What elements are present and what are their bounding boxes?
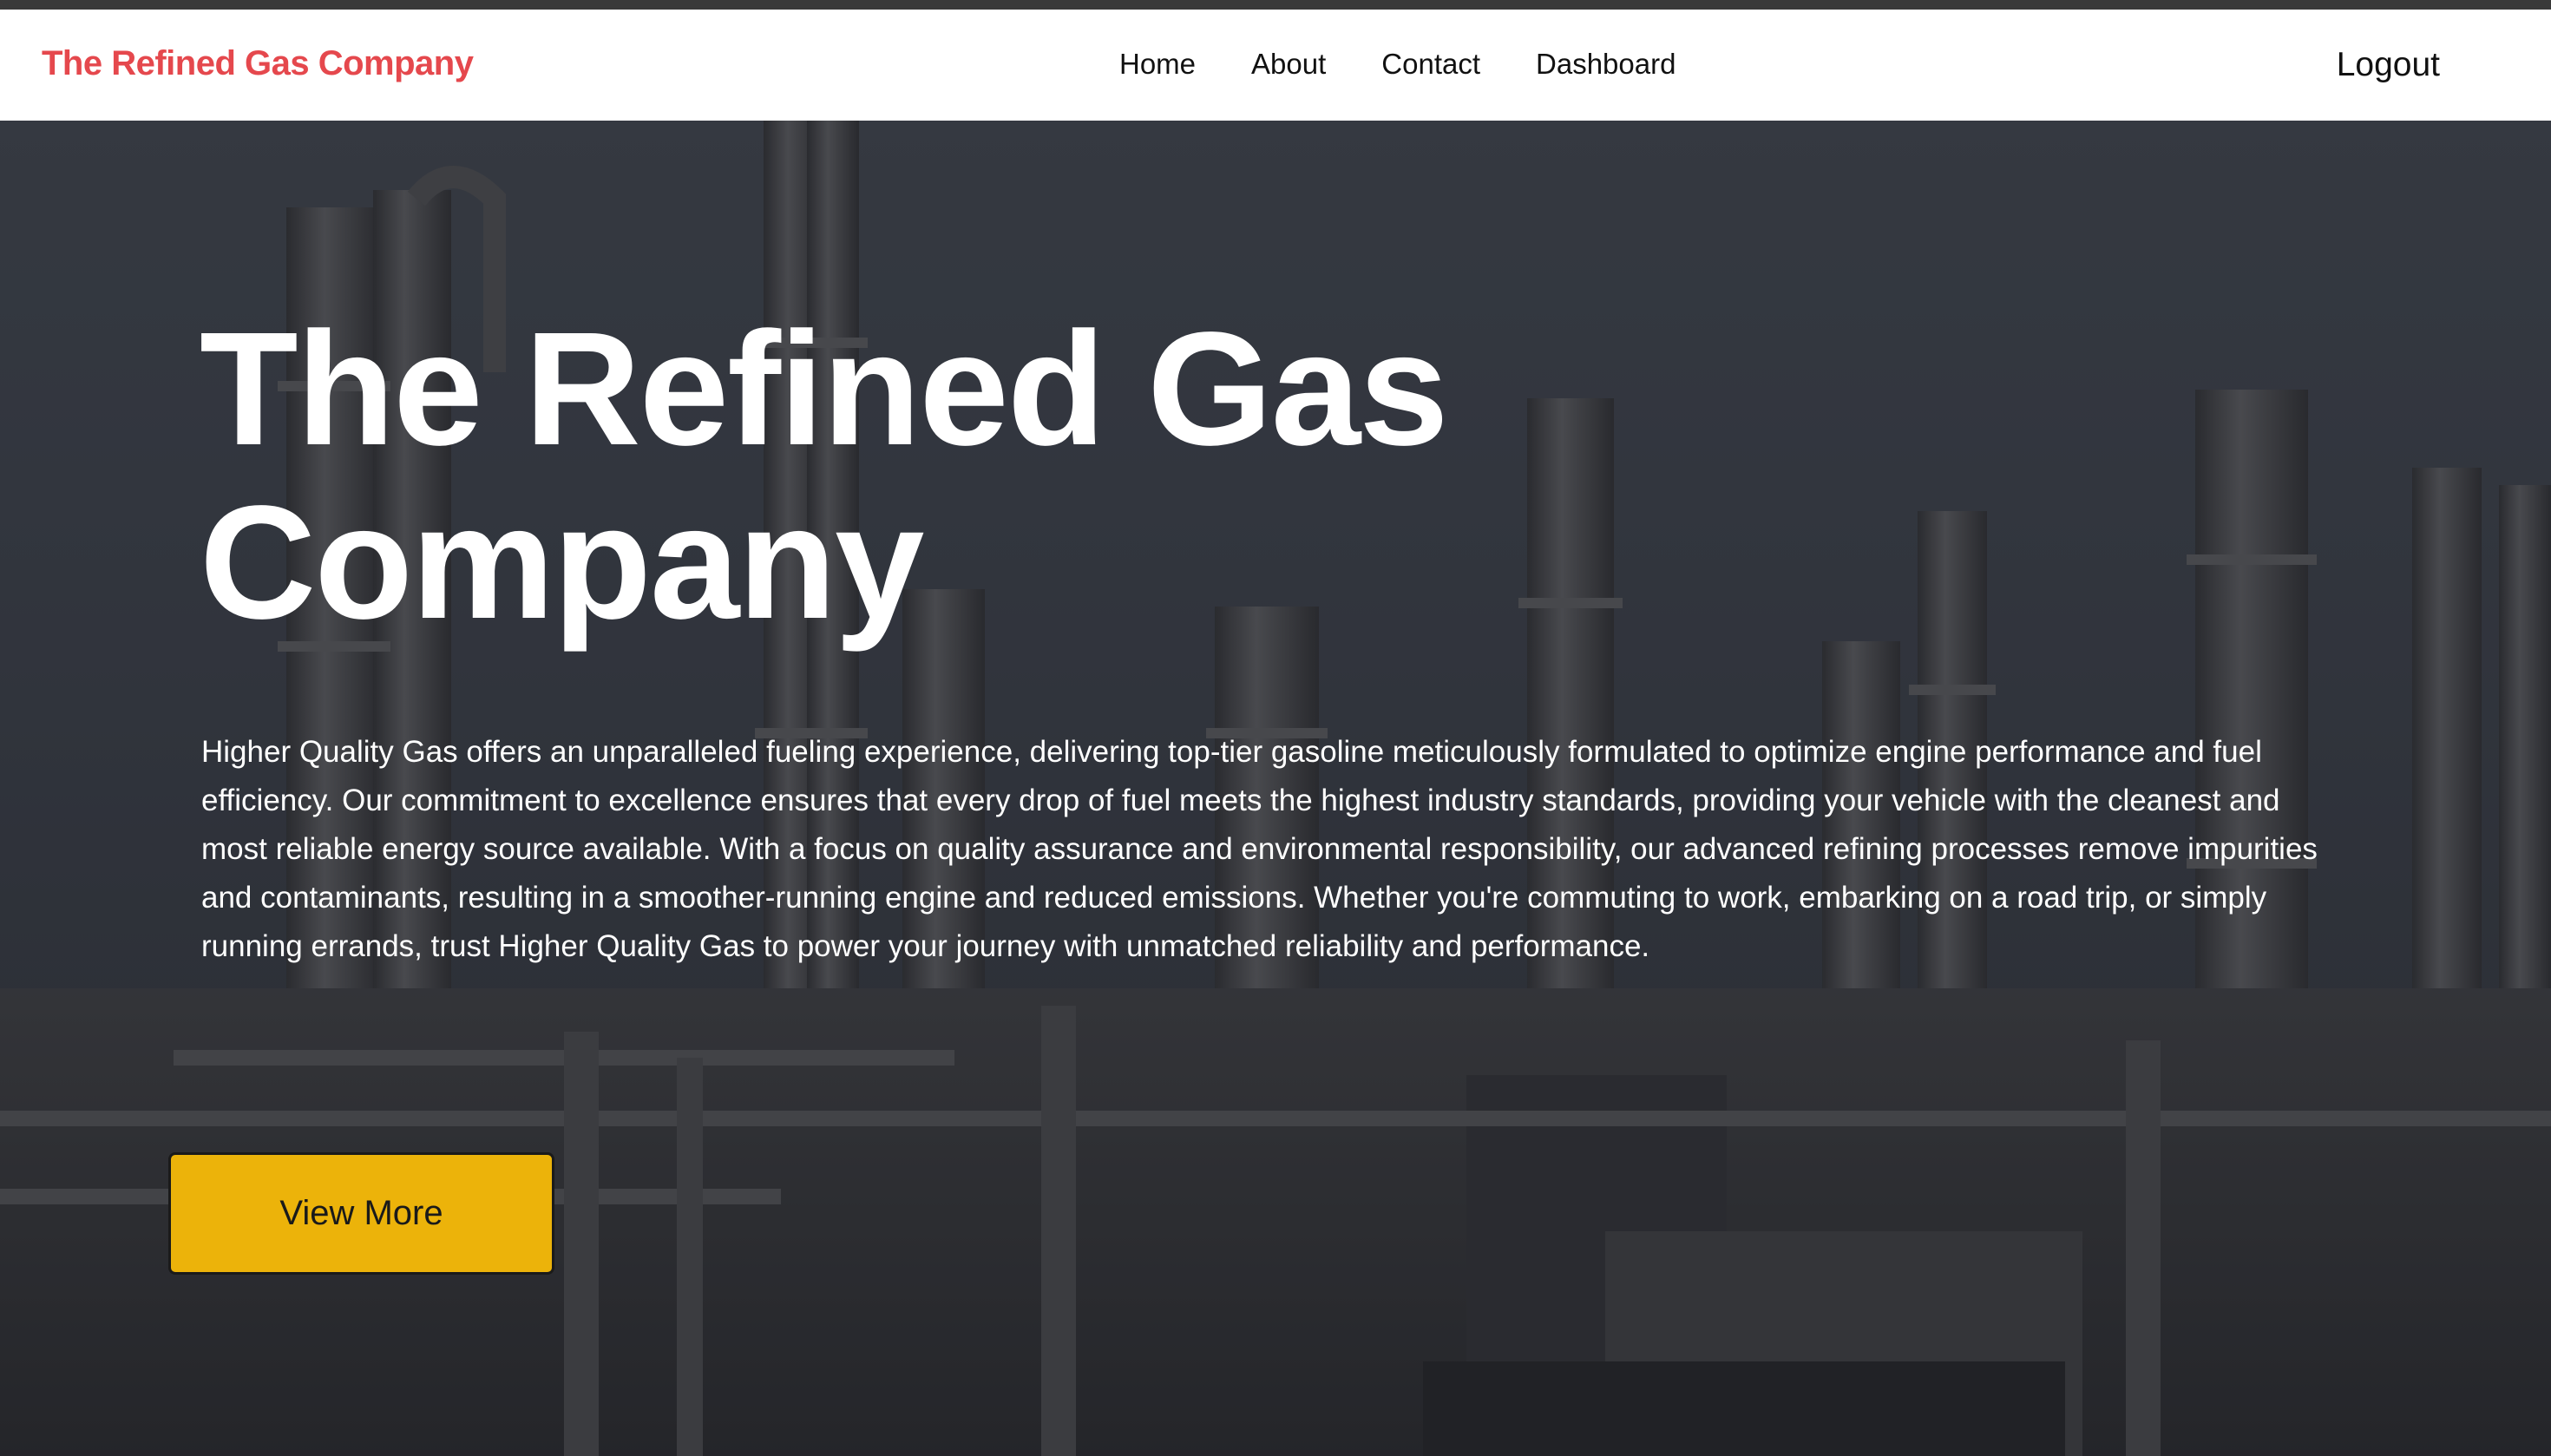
hero-description: Higher Quality Gas offers an unparallele… [201,735,2318,963]
nav-link-dashboard[interactable]: Dashboard [1536,48,1676,81]
navbar: The Refined Gas Company Home About Conta… [0,10,2551,121]
nav-link-home[interactable]: Home [1119,48,1196,81]
nav-link-about[interactable]: About [1251,48,1326,81]
logout-link[interactable]: Logout [2337,46,2440,84]
brand-logo[interactable]: The Refined Gas Company [42,44,474,83]
top-strip [0,0,2551,10]
hero-section: The Refined Gas Company Higher Quality G… [0,121,2551,1456]
nav-link-contact[interactable]: Contact [1381,48,1480,81]
hero-title: The Refined Gas Company [200,299,1449,653]
nav-links: Home About Contact Dashboard [1119,48,1676,81]
view-more-button[interactable]: View More [168,1152,554,1275]
